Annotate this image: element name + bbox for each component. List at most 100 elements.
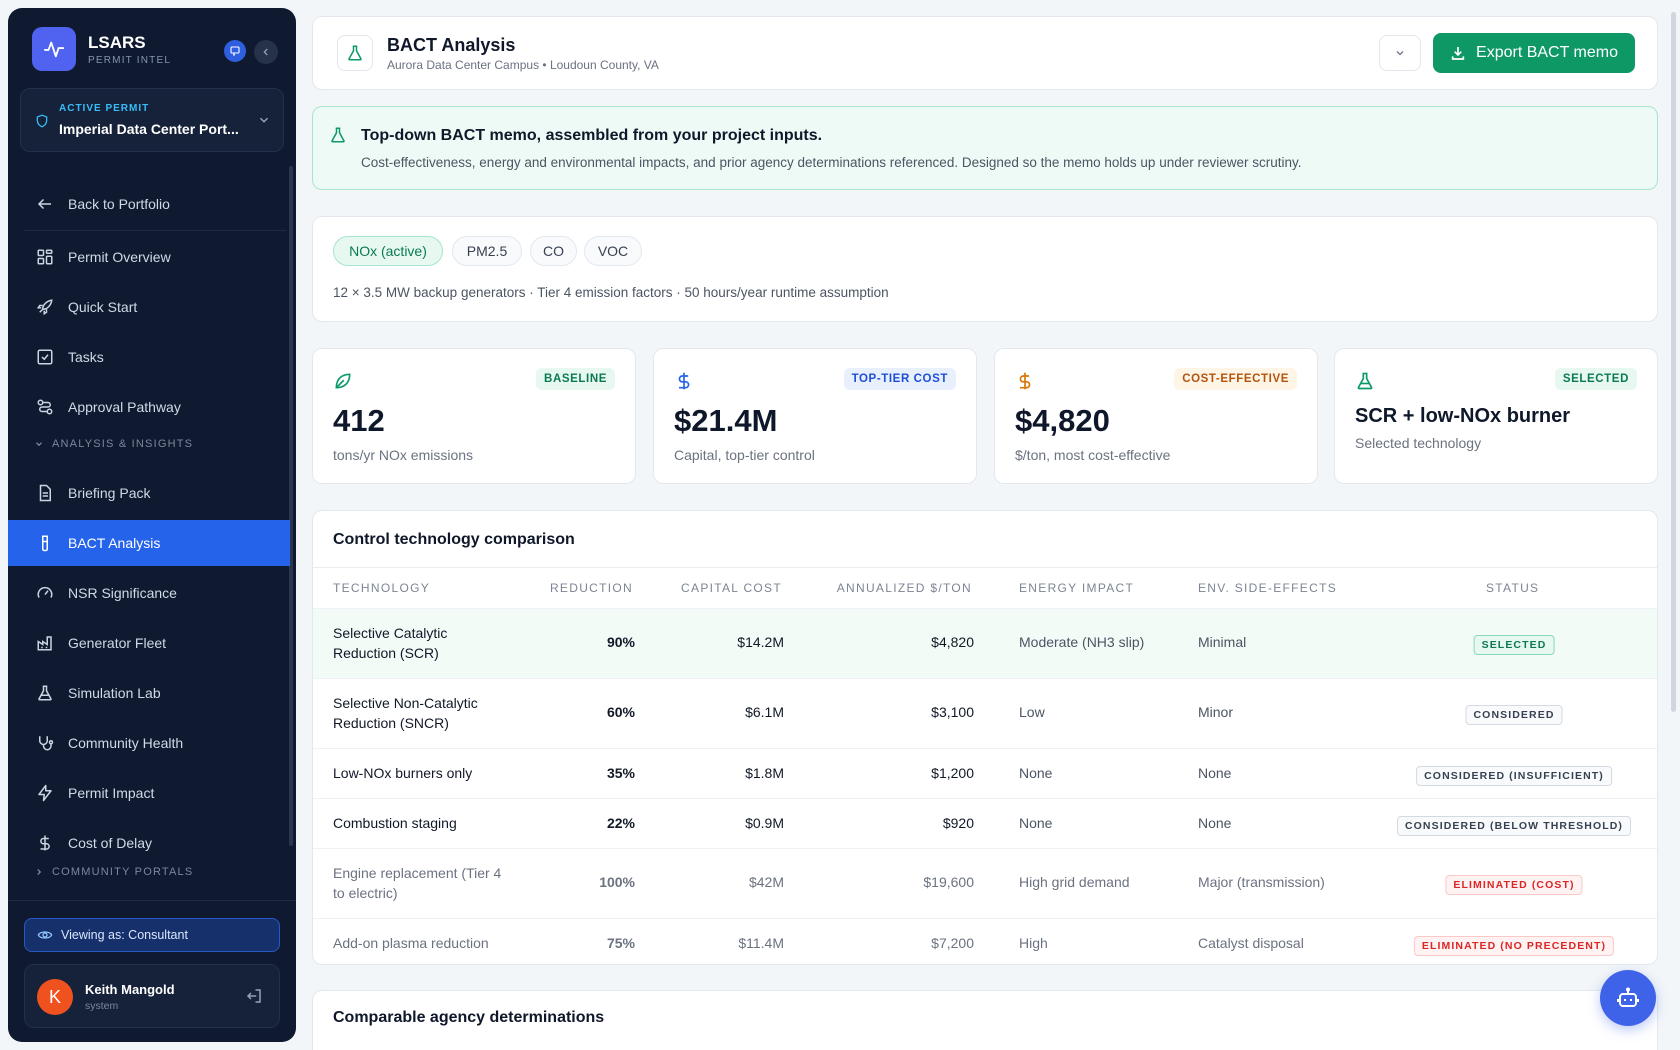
table-row[interactable]: Combustion staging 22% $0.9M $920 None N… [313,798,1657,848]
sidebar-item-tasks[interactable]: Tasks [8,334,290,380]
active-permit-value: Imperial Data Center Port... [59,121,239,137]
column-header-technology: TECHNOLOGY [333,581,431,595]
sidebar-item-bact-analysis[interactable]: BACT Analysis [8,520,290,566]
flask-icon [331,127,345,143]
stat-value: $4,820 [1015,403,1110,438]
technology-cell: Engine replacement (Tier 4 to electric) [333,865,502,901]
download-icon [1451,47,1465,60]
pollutant-pill-nox[interactable]: NOx (active) [333,236,443,266]
lightning-icon [38,784,52,802]
logout-icon[interactable] [245,987,263,1005]
pollutant-pill-co[interactable]: CO [530,236,577,266]
capital-cell: $1.8M [745,765,784,781]
table-row[interactable]: Selective Non-Catalytic Reduction (SNCR) … [313,678,1657,748]
sidebar-item-nsr-significance[interactable]: NSR Significance [8,570,290,616]
route-icon [37,399,53,415]
back-to-portfolio-link[interactable]: Back to Portfolio [8,181,290,227]
avatar: K [37,979,73,1015]
env-cell: Catalyst disposal [1198,935,1304,951]
env-cell: Major (transmission) [1198,874,1325,890]
chevron-right-icon [37,869,42,875]
pollutant-pill-voc[interactable]: VOC [584,236,642,266]
capital-cell: $14.2M [737,634,784,650]
capital-cell: $11.4M [738,935,784,951]
leaf-icon [335,373,351,389]
sidebar-item-quick-start[interactable]: Quick Start [8,284,290,330]
reduction-cell: 22% [606,815,635,831]
assistant-bot-button[interactable] [1600,970,1656,1026]
sidebar-item-generator-fleet[interactable]: Generator Fleet [8,620,290,666]
sidebar-item-simulation-lab[interactable]: Simulation Lab [8,670,290,716]
brand-name: LSARS [88,32,146,52]
gauge-icon [37,586,53,598]
section-community-portals[interactable]: COMMUNITY PORTALS [34,866,193,878]
env-cell: Minor [1198,704,1234,720]
sidebar-item-approval-pathway[interactable]: Approval Pathway [8,384,290,430]
export-bact-memo-button[interactable]: Export BACT memo [1433,33,1635,73]
stat-value: $21.4M [674,403,778,438]
sidebar: LSARS PERMIT INTEL ACTIVE PERMIT Imperia… [8,8,296,1042]
back-to-portfolio-label: Back to Portfolio [68,196,170,212]
technology-cell: Selective Non-Catalytic Reduction (SNCR) [333,695,478,731]
stat-value: 412 [333,403,385,438]
user-card: K Keith Mangold system [24,964,280,1028]
stat-badge: SELECTED [1554,368,1637,390]
collapse-sidebar-icon[interactable] [254,40,278,64]
column-header-annualized: ANNUALIZED $/TON [836,581,972,595]
divider [313,567,1657,568]
capital-cell: $42M [748,874,784,890]
flask-icon [1357,372,1373,390]
document-icon [39,484,51,502]
active-permit-selector[interactable]: ACTIVE PERMIT Imperial Data Center Port.… [20,88,284,152]
sidebar-item-permit-impact[interactable]: Permit Impact [8,770,290,816]
reduction-cell: 90% [606,634,635,650]
env-cell: Minimal [1198,634,1247,650]
pollutant-selector: NOx (active) PM2.5 CO VOC 12 × 3.5 MW ba… [312,216,1658,322]
env-cell: None [1198,815,1232,831]
chat-icon[interactable] [224,40,246,62]
energy-cell: High [1019,935,1048,951]
sidebar-item-community-health[interactable]: Community Health [8,720,290,766]
table-row[interactable]: Selective Catalytic Reduction (SCR) 90% $… [313,608,1657,678]
sidebar-item-permit-overview[interactable]: Permit Overview [8,234,290,280]
arrow-left-icon [37,198,51,210]
pollutant-description: 12 × 3.5 MW backup generators · Tier 4 e… [333,285,889,300]
eye-icon [37,931,53,939]
sidebar-item-label: Community Health [68,735,184,751]
energy-cell: None [1019,815,1053,831]
annualized-cell: $4,820 [931,634,974,650]
capital-cell: $0.9M [745,815,784,831]
viewing-as-badge[interactable]: Viewing as: Consultant [24,918,280,952]
table-row[interactable]: Low-NOx burners only 35% $1.8M $1,200 No… [313,748,1657,798]
energy-cell: Low [1019,704,1045,720]
brand-subtitle: PERMIT INTEL [88,54,172,66]
control-technology-table: Control technology comparison TECHNOLOGY… [312,510,1658,965]
pollutant-pill-pm25[interactable]: PM2.5 [452,236,522,266]
main-scrollbar[interactable] [1671,12,1676,712]
table-row[interactable]: Engine replacement (Tier 4 to electric) 1… [313,848,1657,918]
env-cell: None [1198,765,1232,781]
status-badge: CONSIDERED (INSUFFICIENT) [1416,766,1612,786]
page-title: BACT Analysis [387,35,516,55]
stat-label: $/ton, most cost-effective [1015,447,1171,463]
sidebar-item-label: Briefing Pack [68,485,151,501]
sidebar-item-label: Permit Overview [68,249,171,265]
stat-badge: COST-EFFECTIVE [1174,368,1297,390]
robot-icon [1617,987,1639,1007]
energy-cell: High grid demand [1019,874,1130,890]
sidebar-item-briefing-pack[interactable]: Briefing Pack [8,470,290,516]
sidebar-item-label: Simulation Lab [68,685,161,701]
more-options-dropdown[interactable] [1379,35,1421,71]
comparable-determinations-card: Comparable agency determinations [312,990,1658,1050]
sidebar-item-label: Generator Fleet [68,635,167,651]
section-label: ANALYSIS & INSIGHTS [52,438,194,450]
sidebar-item-cost-of-delay[interactable]: Cost of Delay [8,820,290,866]
table-row[interactable]: Add-on plasma reduction 75% $11.4M $7,20… [313,918,1657,964]
reduction-cell: 60% [606,704,635,720]
pulse-logo-icon [32,27,76,71]
section-analysis-insights[interactable]: ANALYSIS & INSIGHTS [34,438,193,450]
dollar-icon [40,835,50,851]
energy-cell: Moderate (NH3 slip) [1019,634,1145,650]
status-badge: ELIMINATED (COST) [1445,875,1583,895]
stethoscope-icon [39,736,54,751]
